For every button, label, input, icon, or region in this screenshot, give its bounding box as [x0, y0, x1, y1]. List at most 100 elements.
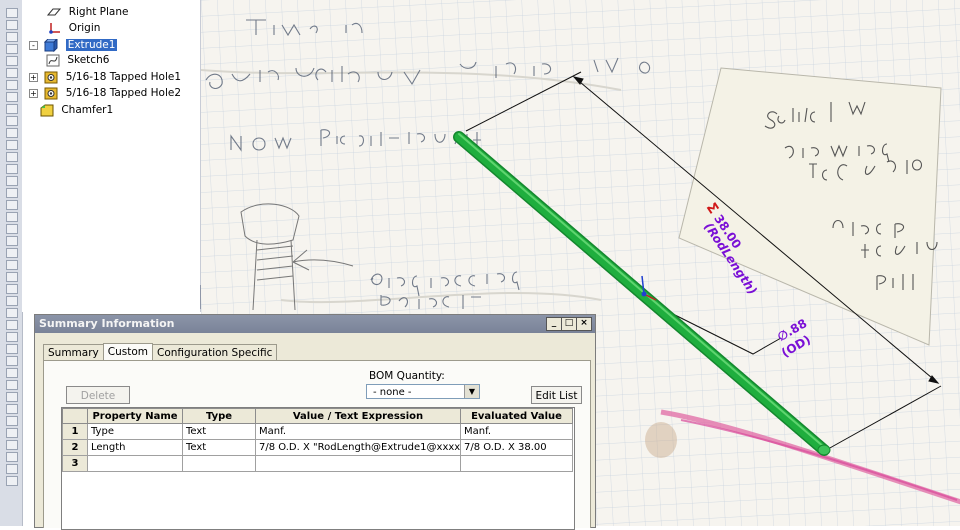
dialog-title: Summary Information: [39, 317, 175, 330]
value-expression-cell[interactable]: 7/8 O.D. X "RodLength@Extrude1@xxxxx: [255, 439, 461, 456]
row-number-header: [62, 408, 88, 424]
extrude-icon: [44, 38, 59, 52]
toolbar-button[interactable]: [6, 80, 18, 90]
rod-end-face: [817, 444, 831, 456]
stain-mark: [645, 422, 677, 458]
expand-icon[interactable]: +: [29, 88, 38, 98]
hole-icon: [44, 71, 58, 83]
toolbar-button[interactable]: [6, 116, 18, 126]
maximize-button[interactable]: □: [561, 317, 577, 331]
toolbar-button[interactable]: [6, 128, 18, 138]
left-toolbar-strip: [0, 0, 23, 526]
tree-item-right-plane[interactable]: Right Plane: [32, 4, 128, 20]
tree-item-sketch6[interactable]: Sketch6: [46, 52, 109, 68]
property-name-cell[interactable]: Type: [87, 423, 183, 440]
hole-icon: [44, 87, 58, 99]
toolbar-button[interactable]: [6, 284, 18, 294]
chevron-down-icon[interactable]: ▼: [464, 385, 479, 398]
tree-item-chamfer1[interactable]: Chamfer1: [40, 102, 113, 118]
toolbar-button[interactable]: [6, 140, 18, 150]
table-row[interactable]: 1 Type Text Manf. Manf.: [62, 423, 573, 440]
collapse-icon[interactable]: -: [29, 40, 38, 50]
toolbar-button[interactable]: [6, 440, 18, 450]
toolbar-button[interactable]: [6, 272, 18, 282]
toolbar-button[interactable]: [6, 248, 18, 258]
toolbar-button[interactable]: [6, 200, 18, 210]
toolbar-button[interactable]: [6, 332, 18, 342]
toolbar-button[interactable]: [6, 104, 18, 114]
edit-list-button[interactable]: Edit List: [531, 386, 582, 404]
evaluated-value-cell: [460, 455, 573, 472]
bom-quantity-value: - none -: [373, 387, 412, 398]
toolbar-button[interactable]: [6, 392, 18, 402]
tree-item-tapped-hole2[interactable]: + 5/16-18 Tapped Hole2: [29, 85, 181, 101]
toolbar-button[interactable]: [6, 236, 18, 246]
tree-item-label: Origin: [68, 22, 101, 34]
type-cell[interactable]: [182, 455, 256, 472]
toolbar-button[interactable]: [6, 260, 18, 270]
table-header-row: Property Name Type Value / Text Expressi…: [62, 408, 573, 424]
toolbar-button[interactable]: [6, 356, 18, 366]
tree-item-tapped-hole1[interactable]: + 5/16-18 Tapped Hole1: [29, 69, 181, 85]
toolbar-button[interactable]: [6, 56, 18, 66]
toolbar-button[interactable]: [6, 416, 18, 426]
property-name-cell[interactable]: Length: [87, 439, 183, 456]
delete-button[interactable]: Delete: [66, 386, 130, 404]
dialog-title-bar[interactable]: Summary Information _ □ ×: [35, 315, 595, 333]
tree-item-label: Extrude1: [65, 39, 118, 51]
toolbar-button[interactable]: [6, 476, 18, 486]
row-number: 3: [62, 455, 88, 472]
evaluated-value-cell: Manf.: [460, 423, 573, 440]
custom-tab-panel: BOM Quantity: - none - ▼ Delete Edit Lis…: [43, 360, 591, 530]
toolbar-button[interactable]: [6, 92, 18, 102]
tab-configuration-specific[interactable]: Configuration Specific: [151, 344, 278, 361]
minimize-button[interactable]: _: [546, 317, 562, 331]
close-button[interactable]: ×: [576, 317, 592, 331]
toolbar-button[interactable]: [6, 44, 18, 54]
column-header-value-expression[interactable]: Value / Text Expression: [255, 408, 461, 424]
origin-icon: [49, 22, 61, 34]
tree-item-origin[interactable]: Origin: [32, 20, 100, 36]
type-cell[interactable]: Text: [182, 423, 256, 440]
expand-icon[interactable]: +: [29, 72, 38, 82]
value-expression-cell[interactable]: Manf.: [255, 423, 461, 440]
toolbar-button[interactable]: [6, 212, 18, 222]
toolbar-button[interactable]: [6, 224, 18, 234]
tree-item-label: Chamfer1: [61, 104, 114, 116]
table-row[interactable]: 3: [62, 455, 573, 472]
toolbar-button[interactable]: [6, 152, 18, 162]
toolbar-button[interactable]: [6, 32, 18, 42]
value-expression-cell[interactable]: [255, 455, 461, 472]
chamfer-icon: [40, 104, 54, 116]
tab-summary[interactable]: Summary: [43, 344, 104, 361]
toolbar-button[interactable]: [6, 320, 18, 330]
toolbar-button[interactable]: [6, 464, 18, 474]
toolbar-button[interactable]: [6, 452, 18, 462]
toolbar-button[interactable]: [6, 308, 18, 318]
toolbar-button[interactable]: [6, 176, 18, 186]
column-header-type[interactable]: Type: [182, 408, 256, 424]
tree-item-label: 5/16-18 Tapped Hole2: [65, 87, 182, 99]
column-header-evaluated-value[interactable]: Evaluated Value: [460, 408, 573, 424]
plane-icon: [47, 8, 62, 15]
toolbar-button[interactable]: [6, 368, 18, 378]
custom-properties-table: Property Name Type Value / Text Expressi…: [61, 407, 575, 530]
toolbar-button[interactable]: [6, 8, 18, 18]
bom-quantity-select[interactable]: - none - ▼: [366, 384, 480, 399]
toolbar-button[interactable]: [6, 20, 18, 30]
toolbar-button[interactable]: [6, 296, 18, 306]
column-header-property-name[interactable]: Property Name: [87, 408, 183, 424]
toolbar-button[interactable]: [6, 380, 18, 390]
tree-item-extrude1[interactable]: - Extrude1: [29, 37, 118, 53]
toolbar-button[interactable]: [6, 344, 18, 354]
toolbar-button[interactable]: [6, 404, 18, 414]
toolbar-button[interactable]: [6, 164, 18, 174]
property-name-cell[interactable]: [87, 455, 183, 472]
type-cell[interactable]: Text: [182, 439, 256, 456]
toolbar-button[interactable]: [6, 68, 18, 78]
table-row[interactable]: 2 Length Text 7/8 O.D. X "RodLength@Extr…: [62, 439, 573, 456]
bom-quantity-label: BOM Quantity:: [369, 370, 445, 382]
feature-tree: Right Plane Origin - Extrude1 Sketch6 + …: [22, 0, 201, 312]
toolbar-button[interactable]: [6, 428, 18, 438]
toolbar-button[interactable]: [6, 188, 18, 198]
